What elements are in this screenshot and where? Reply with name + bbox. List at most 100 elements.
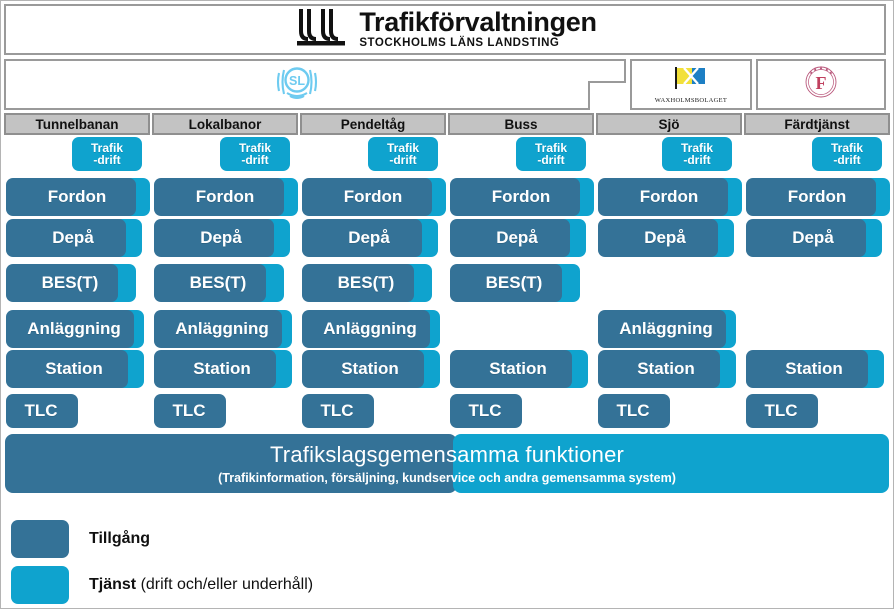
cell-label-line2: -drift [537, 153, 565, 167]
matrix-cell-lokalbanor-depå[interactable]: Depå [152, 219, 290, 257]
cell-label: Station [489, 359, 547, 378]
cell-label: Trafik -drift [72, 137, 142, 171]
matrix-cell-lokalbanor-anläggning[interactable]: Anläggning [152, 310, 292, 348]
cell-label: Fordon [195, 187, 255, 206]
cell-label: TLC [764, 401, 798, 420]
mode-header-label: Tunnelbanan [35, 116, 119, 132]
matrix-cell-sjo-tlc[interactable]: TLC [596, 394, 670, 428]
matrix-cell-lokalbanor-station[interactable]: Station [152, 350, 292, 388]
cell-label: TLC [320, 401, 354, 420]
matrix-cell-buss-fordon[interactable]: Fordon [448, 178, 594, 216]
matrix-cell-tunnelbanan-tlc[interactable]: TLC [4, 394, 78, 428]
organization-subtitle: STOCKHOLMS LÄNS LANDSTING [359, 37, 560, 50]
operator-box-waxholmsbolaget: WAXHOLMSBOLAGET [630, 59, 752, 110]
organization-name: Trafikförvaltningen [359, 7, 597, 38]
cell-label-line2: -drift [241, 153, 269, 167]
cell-label: TLC [24, 401, 58, 420]
mode-header-sjo[interactable]: Sjö [596, 113, 742, 135]
matrix-cell-pendeltag-station[interactable]: Station [300, 350, 440, 388]
cell-label: Station [193, 359, 251, 378]
matrix-cell-buss-station[interactable]: Station [448, 350, 588, 388]
cell-label: Fordon [639, 187, 699, 206]
waxholmsbolaget-caption: WAXHOLMSBOLAGET [654, 97, 728, 104]
cell-label: BES(T) [189, 273, 247, 292]
matrix-cell-tunnelbanan-trafikdrift[interactable]: Trafik -drift [4, 137, 142, 171]
mode-header-pendeltag[interactable]: Pendeltåg [300, 113, 446, 135]
mode-header-fardtjanst[interactable]: Färdtjänst [744, 113, 890, 135]
cell-label: Trafik -drift [662, 137, 732, 171]
matrix-cell-pendeltag-bes(t)[interactable]: BES(T) [300, 264, 432, 302]
cell-label: TLC [172, 401, 206, 420]
matrix-cell-lokalbanor-tlc[interactable]: TLC [152, 394, 226, 428]
matrix-cell-fardtjanst-depå[interactable]: Depå [744, 219, 882, 257]
cell-label: Anläggning [619, 319, 713, 338]
mode-header-label: Färdtjänst [784, 116, 850, 132]
legend-item-tjanst: Tjänst (drift och/eller underhåll) [11, 565, 611, 605]
matrix-cell-tunnelbanan-bes(t)[interactable]: BES(T) [4, 264, 136, 302]
matrix-cell-fardtjanst-tlc[interactable]: TLC [744, 394, 818, 428]
cell-label: Depå [52, 228, 94, 247]
legend: Tillgång Tjänst (drift och/eller underhå… [11, 519, 611, 611]
matrix-cell-sjo-fordon[interactable]: Fordon [596, 178, 742, 216]
matrix-cell-buss-tlc[interactable]: TLC [448, 394, 522, 428]
matrix-cell-fardtjanst-trafikdrift[interactable]: Trafik -drift [744, 137, 882, 171]
matrix-cell-pendeltag-fordon[interactable]: Fordon [300, 178, 446, 216]
cell-label: BES(T) [337, 273, 395, 292]
matrix-cell-sjo-trafikdrift[interactable]: Trafik -drift [596, 137, 732, 171]
matrix-cell-buss-trafikdrift[interactable]: Trafik -drift [448, 137, 586, 171]
matrix-cell-fardtjanst-fordon[interactable]: Fordon [744, 178, 890, 216]
legend-swatch-tjanst [11, 566, 69, 604]
operator-box-fardtjansten: F [756, 59, 886, 110]
cell-label: TLC [616, 401, 650, 420]
trafikforvaltningen-jll-mark-icon [293, 7, 349, 52]
cell-label: Anläggning [27, 319, 121, 338]
mode-header-lokalbanor[interactable]: Lokalbanor [152, 113, 298, 135]
cell-label-line2: -drift [833, 153, 861, 167]
legend-label-tjanst: Tjänst [89, 576, 137, 593]
mode-header-tunnelbanan[interactable]: Tunnelbanan [4, 113, 150, 135]
cell-label: Depå [644, 228, 686, 247]
mode-header-label: Pendeltåg [340, 116, 406, 132]
cell-label: BES(T) [485, 273, 543, 292]
cell-label-line2: -drift [389, 153, 417, 167]
cell-label: Anläggning [323, 319, 417, 338]
matrix-cell-buss-bes(t)[interactable]: BES(T) [448, 264, 580, 302]
common-functions-title: Trafikslagsgemensamma funktioner [269, 442, 625, 467]
legend-item-tillgang: Tillgång [11, 519, 611, 559]
cell-label: Depå [496, 228, 538, 247]
cell-label: Fordon [787, 187, 847, 206]
matrix-cell-sjo-anläggning[interactable]: Anläggning [596, 310, 736, 348]
common-functions-banner: Trafikslagsgemensamma funktioner (Trafik… [5, 434, 889, 493]
cell-label: Fordon [491, 187, 551, 206]
matrix-cell-tunnelbanan-depå[interactable]: Depå [4, 219, 142, 257]
matrix-cell-pendeltag-anläggning[interactable]: Anläggning [300, 310, 440, 348]
cell-label: Station [785, 359, 843, 378]
matrix-cell-pendeltag-trafikdrift[interactable]: Trafik -drift [300, 137, 438, 171]
operator-box-sl: SL [4, 59, 626, 110]
matrix-cell-pendeltag-tlc[interactable]: TLC [300, 394, 374, 428]
mode-header-label: Buss [504, 116, 538, 132]
legend-note-tjanst: (drift och/eller underhåll) [136, 576, 314, 593]
matrix-cell-tunnelbanan-station[interactable]: Station [4, 350, 144, 388]
cell-label: BES(T) [41, 273, 99, 292]
cell-label: Depå [348, 228, 390, 247]
matrix-cell-fardtjanst-station[interactable]: Station [744, 350, 884, 388]
fardtjansten-f-seal-icon: F [801, 62, 841, 107]
svg-text:F: F [816, 73, 827, 93]
mode-header-row: Tunnelbanan Lokalbanor Pendeltåg Buss Sjö Fär… [4, 113, 890, 135]
matrix-cell-tunnelbanan-fordon[interactable]: Fordon [4, 178, 150, 216]
legend-label-tillgang: Tillgång [89, 530, 151, 547]
matrix-cell-tunnelbanan-anläggning[interactable]: Anläggning [4, 310, 144, 348]
matrix-cell-lokalbanor-bes(t)[interactable]: BES(T) [152, 264, 284, 302]
legend-swatch-tillgang [11, 520, 69, 558]
cell-label: Trafik -drift [368, 137, 438, 171]
matrix-cell-sjo-depå[interactable]: Depå [596, 219, 734, 257]
matrix-cell-lokalbanor-trafikdrift[interactable]: Trafik -drift [152, 137, 290, 171]
waxholmsbolaget-flag-icon [674, 65, 708, 96]
mode-header-buss[interactable]: Buss [448, 113, 594, 135]
matrix-cell-lokalbanor-fordon[interactable]: Fordon [152, 178, 298, 216]
matrix-cell-buss-depå[interactable]: Depå [448, 219, 586, 257]
matrix-cell-sjo-station[interactable]: Station [596, 350, 736, 388]
cell-label: Trafik -drift [812, 137, 882, 171]
matrix-cell-pendeltag-depå[interactable]: Depå [300, 219, 438, 257]
